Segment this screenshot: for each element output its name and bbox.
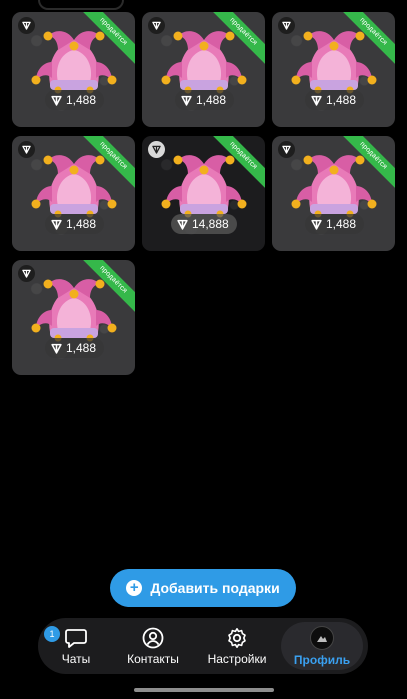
avatar: [310, 625, 334, 650]
price-value: 1,488: [66, 341, 97, 355]
gift-card[interactable]: продаётся 14,888: [142, 136, 265, 251]
bottom-tab-bar: Чаты Контакты Настройки Профиль: [38, 618, 368, 674]
price-value: 1,488: [326, 217, 357, 231]
tab-profile[interactable]: Профиль: [281, 622, 363, 670]
price-tag: 1,488: [305, 214, 365, 234]
price-value: 1,488: [326, 93, 357, 107]
add-gifts-button[interactable]: + Добавить подарки: [110, 569, 296, 607]
price-value: 14,888: [192, 217, 229, 231]
unread-badge: 1: [44, 626, 60, 642]
gift-card[interactable]: продаётся 1,488: [12, 12, 135, 127]
tab-label: Чаты: [61, 651, 91, 666]
tab-label: Профиль: [293, 652, 351, 667]
plus-circle-icon: +: [126, 580, 143, 596]
ton-icon: [51, 219, 62, 230]
gift-grid: продаётся 1,488 продаётся 1,488 продаётс…: [12, 12, 396, 382]
gift-card[interactable]: продаётся 1,488: [272, 12, 395, 127]
price-tag: 1,488: [45, 214, 105, 234]
ton-icon: [177, 219, 188, 230]
ton-icon: [51, 95, 62, 106]
gear-icon: [228, 627, 246, 648]
price-tag: 14,888: [171, 214, 237, 234]
tab-chats[interactable]: Чаты: [50, 618, 102, 674]
tab-label: Контакты: [127, 651, 179, 666]
price-value: 1,488: [196, 93, 227, 107]
top-element: [38, 0, 124, 10]
gift-card[interactable]: продаётся 1,488: [142, 12, 265, 127]
person-circle-icon: [142, 627, 164, 648]
ton-icon: [311, 219, 322, 230]
gift-card[interactable]: продаётся 1,488: [272, 136, 395, 251]
ton-icon: [311, 95, 322, 106]
chat-icon: [65, 628, 87, 648]
gift-card[interactable]: продаётся 1,488: [12, 136, 135, 251]
tab-contacts[interactable]: Контакты: [118, 618, 188, 674]
gift-card[interactable]: продаётся 1,488: [12, 260, 135, 375]
price-value: 1,488: [66, 93, 97, 107]
ton-icon: [181, 95, 192, 106]
price-value: 1,488: [66, 217, 97, 231]
ton-icon: [51, 343, 62, 354]
price-tag: 1,488: [45, 338, 105, 358]
add-gifts-label: Добавить подарки: [150, 580, 280, 596]
price-tag: 1,488: [305, 90, 365, 110]
tab-settings[interactable]: Настройки: [202, 618, 272, 674]
tab-label: Настройки: [207, 651, 267, 666]
home-indicator[interactable]: [134, 688, 274, 692]
price-tag: 1,488: [175, 90, 235, 110]
price-tag: 1,488: [45, 90, 105, 110]
